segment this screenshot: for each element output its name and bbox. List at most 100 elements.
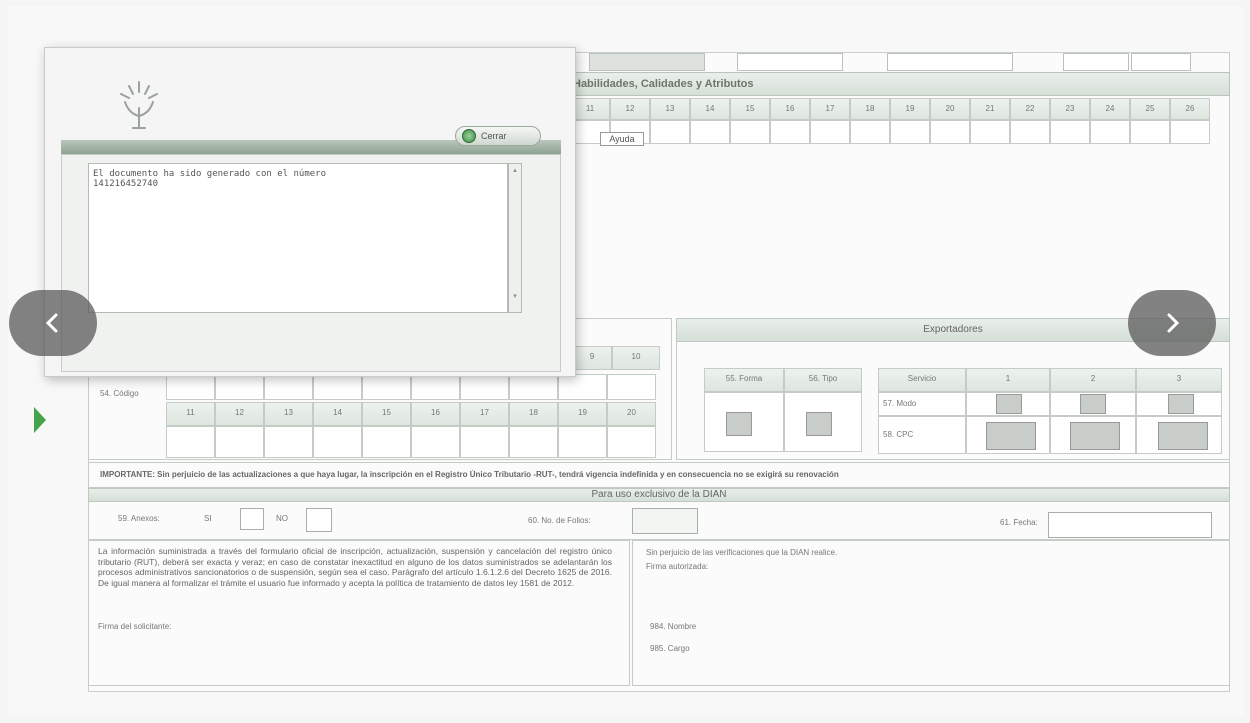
next-button[interactable] — [1128, 290, 1216, 356]
codigo-number: 14 — [313, 402, 362, 426]
number-cell: 21 — [970, 98, 1010, 120]
codigo-number: 16 — [411, 402, 460, 426]
codigo-cell[interactable] — [313, 426, 362, 458]
codigo-number: 17 — [460, 402, 509, 426]
number-cell: 23 — [1050, 98, 1090, 120]
close-button[interactable]: Cerrar — [455, 126, 541, 146]
codigo-cell[interactable] — [509, 426, 558, 458]
codigo-label: 54. Código — [100, 389, 139, 398]
fecha-field[interactable] — [1048, 512, 1212, 538]
codigo-cell[interactable] — [460, 374, 509, 400]
codigo-cell[interactable] — [411, 374, 460, 400]
ayuda-button[interactable]: Ayuda — [600, 132, 644, 146]
folios-label: 60. No. de Folios: — [528, 516, 591, 525]
servicio-col: 3 — [1136, 368, 1222, 392]
cpc-label: 58. CPC — [878, 416, 966, 454]
firma-solicitante-label: Firma del solicitante: — [98, 622, 172, 631]
number-cell: 20 — [930, 98, 970, 120]
forma-label: 55. Forma — [704, 368, 784, 392]
value-cell[interactable] — [810, 120, 850, 144]
modo-label: 57. Modo — [878, 392, 966, 416]
number-cell: 25 — [1130, 98, 1170, 120]
chevron-left-icon — [45, 313, 58, 333]
message-textarea[interactable] — [88, 163, 508, 313]
value-cell[interactable] — [1090, 120, 1130, 144]
codigo-cell[interactable] — [558, 426, 607, 458]
number-cell: 22 — [1010, 98, 1050, 120]
codigo-number: 12 — [215, 402, 264, 426]
codigo-cell[interactable] — [460, 426, 509, 458]
value-cell[interactable] — [650, 120, 690, 144]
value-cell[interactable] — [770, 120, 810, 144]
codigo-number-row: 11 12 13 14 15 16 17 18 19 20 — [166, 402, 656, 426]
close-icon — [462, 129, 476, 143]
number-cell: 16 — [770, 98, 810, 120]
codigo-cell[interactable] — [607, 374, 656, 400]
codigo-cell[interactable] — [411, 426, 460, 458]
value-cell[interactable] — [970, 120, 1010, 144]
forma-field[interactable] — [726, 412, 752, 436]
codigo-cell[interactable] — [509, 374, 558, 400]
tipo-field[interactable] — [806, 412, 832, 436]
value-cell[interactable] — [730, 120, 770, 144]
number-cell: 11 — [570, 98, 610, 120]
dialog-body: ▴ ▾ — [61, 154, 561, 372]
codigo-cell[interactable] — [215, 374, 264, 400]
codigo-cell[interactable] — [166, 426, 215, 458]
number-cell: 13 — [650, 98, 690, 120]
codigo-number: 15 — [362, 402, 411, 426]
value-cell[interactable] — [890, 120, 930, 144]
codigo-number: 19 — [558, 402, 607, 426]
modo-field[interactable] — [1080, 394, 1106, 414]
scroll-up-icon[interactable]: ▴ — [509, 166, 521, 174]
scroll-down-icon[interactable]: ▾ — [509, 292, 521, 300]
codigo-cell[interactable] — [264, 374, 313, 400]
logo-icon — [111, 78, 167, 134]
value-cell[interactable] — [1050, 120, 1090, 144]
number-cell: 17 — [810, 98, 850, 120]
codigo-cell[interactable] — [166, 374, 215, 400]
codigo-cell[interactable] — [362, 374, 411, 400]
codigo-cell[interactable] — [558, 374, 607, 400]
cpc-field[interactable] — [986, 422, 1036, 450]
nombre-label: 984. Nombre — [650, 622, 697, 631]
number-cell: 12 — [610, 98, 650, 120]
codigo-cell[interactable] — [313, 374, 362, 400]
cpc-field[interactable] — [1070, 422, 1120, 450]
codigo-number: 18 — [509, 402, 558, 426]
value-cell[interactable] — [1130, 120, 1170, 144]
modo-field[interactable] — [1168, 394, 1194, 414]
scrollbar[interactable]: ▴ ▾ — [508, 163, 522, 313]
si-label: SI — [204, 514, 212, 523]
value-cell[interactable] — [690, 120, 730, 144]
chevron-right-icon — [1167, 313, 1180, 333]
value-cell[interactable] — [1010, 120, 1050, 144]
codigo-cell[interactable] — [362, 426, 411, 458]
close-button-label: Cerrar — [481, 131, 507, 141]
codigo-cell[interactable] — [215, 426, 264, 458]
number-cell: 14 — [690, 98, 730, 120]
no-label: NO — [276, 514, 288, 523]
modo-field[interactable] — [996, 394, 1022, 414]
info-text: La información suministrada a través del… — [98, 546, 612, 588]
top-cell — [887, 53, 1013, 71]
top-cell — [737, 53, 843, 71]
green-arrow-icon[interactable] — [32, 405, 48, 435]
previous-button[interactable] — [9, 290, 97, 356]
firma-autorizada-label: Firma autorizada: — [646, 562, 709, 571]
codigo-cell[interactable] — [264, 426, 313, 458]
top-cell — [589, 53, 705, 71]
numbers-row: 11 12 13 14 15 16 17 18 19 20 21 22 23 2… — [570, 98, 1210, 120]
codigo-value-row-1 — [166, 374, 656, 400]
codigo-number: 20 — [607, 402, 656, 426]
cpc-field[interactable] — [1158, 422, 1208, 450]
firma-panel — [632, 540, 1230, 686]
value-cell[interactable] — [930, 120, 970, 144]
value-cell[interactable] — [1170, 120, 1210, 144]
value-cell[interactable] — [850, 120, 890, 144]
no-checkbox[interactable] — [306, 508, 332, 532]
si-checkbox[interactable] — [240, 508, 264, 530]
codigo-cell[interactable] — [607, 426, 656, 458]
folios-field[interactable] — [632, 508, 698, 534]
codigo-number: 11 — [166, 402, 215, 426]
